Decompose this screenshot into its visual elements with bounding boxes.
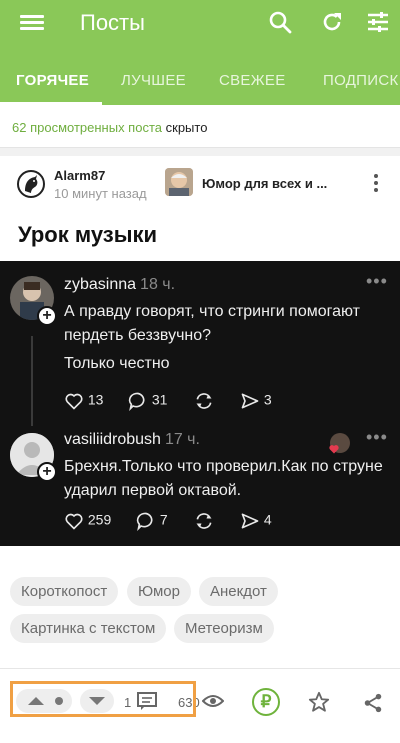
post-title[interactable]: Урок музыки bbox=[18, 222, 157, 248]
comment-user: zybasinna 18 ч. bbox=[64, 276, 175, 294]
author-avatar[interactable] bbox=[17, 170, 45, 198]
like-action: 259 bbox=[64, 511, 111, 531]
comment-text-2: Только честно bbox=[64, 355, 170, 372]
like-count: 13 bbox=[87, 391, 104, 408]
share-count: 3 bbox=[263, 391, 272, 408]
author-name[interactable]: Alarm87 bbox=[54, 168, 105, 183]
community-name[interactable]: Юмор для всех и ... bbox=[202, 176, 327, 191]
share-icon[interactable] bbox=[362, 692, 384, 719]
heart-icon bbox=[65, 513, 83, 530]
divider bbox=[0, 148, 400, 156]
thread-line bbox=[31, 336, 33, 426]
send-icon bbox=[241, 513, 259, 529]
comment-text: Брехня.Только что проверил.Как по струне… bbox=[64, 458, 383, 499]
tag-chip[interactable]: Картинка с текстом bbox=[10, 614, 167, 643]
app-bar: Посты ГОРЯЧЕЕ ЛУЧШЕЕ СВЕЖЕЕ ПОДПИСК bbox=[0, 0, 400, 105]
like-action: 13 bbox=[64, 391, 103, 411]
post-action-bar: 1 630 ₽ bbox=[0, 669, 400, 743]
tag-chip[interactable]: Юмор bbox=[127, 577, 191, 606]
follow-plus-icon: + bbox=[37, 462, 57, 482]
community-avatar[interactable] bbox=[165, 168, 193, 196]
tag-chip[interactable]: Короткопост bbox=[10, 577, 119, 606]
post-header: Alarm87 10 минут назад Юмор для всех и .… bbox=[0, 156, 400, 212]
share-action: 3 bbox=[240, 391, 272, 411]
tag-chip[interactable]: Метеоризм bbox=[174, 614, 274, 643]
comment-username: zybasinna bbox=[64, 276, 137, 293]
like-count: 259 bbox=[87, 511, 112, 528]
comment-actions: 13 31 3 bbox=[64, 391, 394, 415]
post-time: 10 минут назад bbox=[54, 186, 147, 201]
share-action: 4 bbox=[240, 511, 272, 531]
comment-username: vasiliidrobush bbox=[64, 431, 161, 448]
repost-icon bbox=[194, 391, 214, 411]
comment-text: А правду говорят, что стринги помогают п… bbox=[64, 303, 360, 344]
comment-bubble-icon bbox=[128, 392, 145, 412]
reply-count: 31 bbox=[151, 391, 168, 408]
reply-action: 31 bbox=[128, 391, 168, 412]
tab-hot[interactable]: ГОРЯЧЕЕ bbox=[16, 72, 89, 89]
tag-chip[interactable]: Анекдот bbox=[199, 577, 278, 606]
tab-subscriptions[interactable]: ПОДПИСК bbox=[323, 72, 399, 89]
tab-fresh[interactable]: СВЕЖЕЕ bbox=[219, 72, 286, 89]
reply-action: 7 bbox=[136, 511, 168, 532]
viewed-posts-link[interactable]: 62 просмотренных поста bbox=[12, 120, 162, 135]
eye-icon bbox=[201, 693, 225, 714]
tab-best[interactable]: ЛУЧШЕЕ bbox=[121, 72, 186, 89]
filter-icon[interactable] bbox=[366, 10, 392, 36]
search-icon[interactable] bbox=[268, 10, 294, 36]
share-count: 4 bbox=[263, 511, 272, 528]
menu-icon[interactable] bbox=[20, 12, 44, 34]
comment-ago: 18 ч. bbox=[140, 276, 176, 293]
comment-actions: 259 7 4 bbox=[64, 511, 394, 535]
highlight-box bbox=[10, 681, 196, 717]
comment-more-icon: ••• bbox=[366, 427, 388, 447]
post-more-icon[interactable] bbox=[374, 174, 378, 195]
hidden-posts-notice: 62 просмотренных поста скрыто bbox=[0, 105, 400, 148]
bookmark-star-icon[interactable] bbox=[308, 691, 330, 718]
page-title: Посты bbox=[80, 10, 145, 35]
reply-count: 7 bbox=[159, 511, 168, 528]
comment-ago: 17 ч. bbox=[164, 431, 200, 448]
post-image[interactable]: + zybasinna 18 ч. ••• А правду говорят, ч… bbox=[0, 261, 400, 546]
donate-button[interactable]: ₽ bbox=[252, 688, 280, 716]
hidden-label: скрыто bbox=[165, 120, 208, 135]
repost-icon bbox=[194, 511, 214, 531]
refresh-icon[interactable] bbox=[320, 10, 346, 36]
follow-plus-icon: + bbox=[37, 306, 57, 326]
comment-bubble-icon bbox=[136, 512, 153, 532]
comment-more-icon: ••• bbox=[366, 271, 388, 291]
tab-bar: ГОРЯЧЕЕ ЛУЧШЕЕ СВЕЖЕЕ ПОДПИСК bbox=[0, 60, 400, 105]
heart-icon bbox=[65, 393, 83, 410]
send-icon bbox=[241, 393, 259, 409]
comment-user: vasiliidrobush 17 ч. bbox=[64, 431, 200, 449]
